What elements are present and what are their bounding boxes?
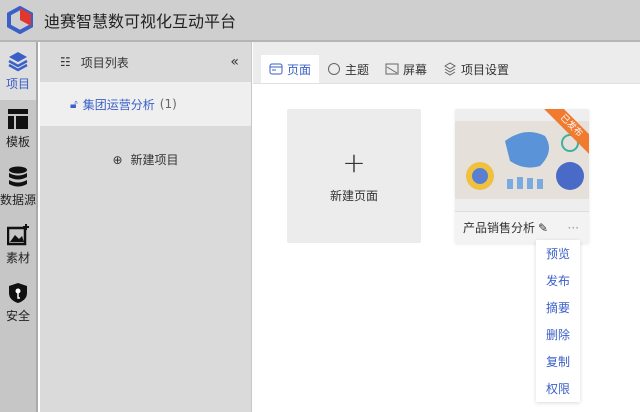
page-name: 产品销售分析 xyxy=(463,221,536,235)
main-area: 页面 主题 屏幕 项目设置 + 新建页面 已发布 产品销售分析 ✎ ··· 预览… xyxy=(253,42,640,412)
tab-label: 项目设置 xyxy=(461,62,510,77)
project-name: 集团运营分析 xyxy=(82,97,155,112)
app-title: 迪赛智慧数可视化互动平台 xyxy=(44,12,237,31)
tab-screen[interactable]: 屏幕 xyxy=(377,55,435,83)
collapse-icon[interactable]: « xyxy=(230,54,239,70)
nav-label: 数据源 xyxy=(0,193,37,207)
new-page-card[interactable]: + 新建页面 xyxy=(287,109,421,243)
menu-item-preview[interactable]: 预览 xyxy=(536,240,580,267)
project-panel: ☷ 项目列表 « 🔓︎ 集团运营分析 (1) ⊕ 新建项目 xyxy=(40,42,252,412)
palette-icon xyxy=(328,63,341,75)
panel-title: 项目列表 xyxy=(80,55,129,70)
tab-label: 主题 xyxy=(345,62,370,77)
list-icon: ☷ xyxy=(60,55,71,69)
more-button[interactable]: ··· xyxy=(568,221,579,235)
nav-item-datasource[interactable]: 数据源 xyxy=(0,158,36,216)
nav-item-templates[interactable]: 模板 xyxy=(0,100,36,158)
tab-label: 页面 xyxy=(287,62,312,77)
tab-label: 屏幕 xyxy=(403,62,428,77)
new-page-label: 新建页面 xyxy=(329,188,378,203)
nav-item-projects[interactable]: 项目 xyxy=(0,42,36,100)
stack-settings-icon xyxy=(444,62,457,76)
database-icon xyxy=(9,166,27,187)
nav-label: 项目 xyxy=(5,77,30,91)
template-icon xyxy=(8,109,28,129)
page-context-menu: 预览 发布 摘要 删除 复制 权限 xyxy=(536,240,580,402)
project-count: (1) xyxy=(159,97,177,111)
plus-icon: + xyxy=(342,145,366,179)
screen-icon xyxy=(385,63,399,75)
tab-project-settings[interactable]: 项目设置 xyxy=(435,55,517,83)
nav-item-security[interactable]: 安全 xyxy=(0,274,36,332)
tab-pages[interactable]: 页面 xyxy=(261,55,320,83)
tab-theme[interactable]: 主题 xyxy=(319,55,377,83)
lock-icon: 🔓︎ xyxy=(70,96,78,111)
nav-label: 安全 xyxy=(5,309,30,323)
menu-item-publish[interactable]: 发布 xyxy=(536,267,580,294)
layers-icon xyxy=(8,52,28,72)
menu-item-permissions[interactable]: 权限 xyxy=(536,375,580,402)
menu-item-delete[interactable]: 删除 xyxy=(536,321,580,348)
nav-label: 模板 xyxy=(5,135,30,149)
logo-icon xyxy=(7,6,33,34)
page-card[interactable]: 已发布 产品销售分析 ✎ ··· xyxy=(455,109,589,243)
new-project-button[interactable]: ⊕ 新建项目 xyxy=(40,151,251,168)
nav-item-assets[interactable]: 素材 xyxy=(0,216,36,274)
page-icon xyxy=(269,63,283,75)
main-nav: 项目 模板 数据源 素材 安全 xyxy=(0,42,38,412)
new-project-label: 新建项目 xyxy=(130,153,179,167)
edit-icon[interactable]: ✎ xyxy=(538,221,548,235)
plus-circle-icon: ⊕ xyxy=(112,152,123,167)
panel-header: ☷ 项目列表 « xyxy=(40,42,251,82)
menu-item-summary[interactable]: 摘要 xyxy=(536,294,580,321)
shield-key-icon xyxy=(9,283,27,303)
image-add-icon xyxy=(7,224,29,246)
project-item[interactable]: 🔓︎ 集团运营分析 (1) xyxy=(40,82,251,126)
menu-item-copy[interactable]: 复制 xyxy=(536,348,580,375)
tab-bar: 页面 主题 屏幕 项目设置 xyxy=(253,42,640,84)
page-card-footer: 产品销售分析 ✎ ··· xyxy=(455,211,589,243)
app-header: 迪赛智慧数可视化互动平台 xyxy=(0,0,640,42)
nav-label: 素材 xyxy=(5,251,30,265)
